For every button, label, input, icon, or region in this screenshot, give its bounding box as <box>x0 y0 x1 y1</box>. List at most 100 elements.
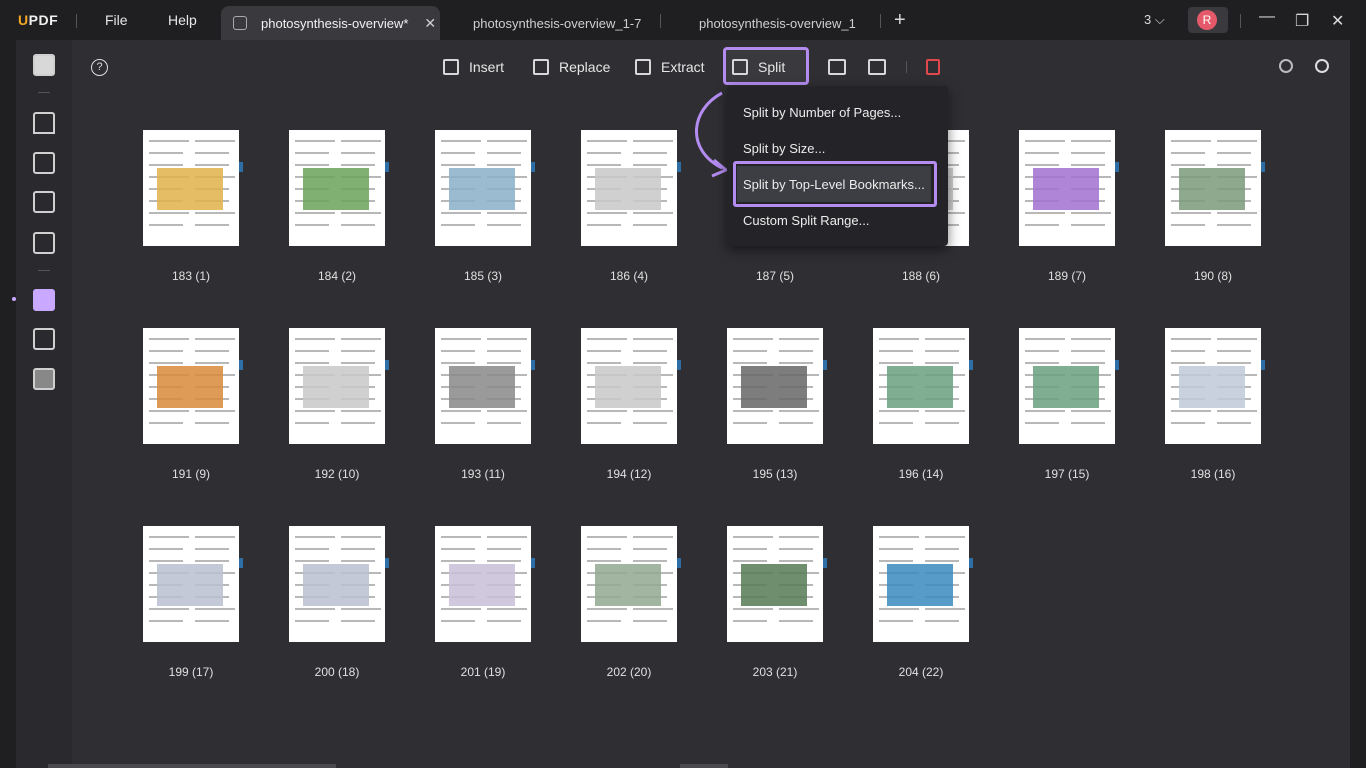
text-line <box>925 560 959 562</box>
tab-photosynthesis-overview-1-7[interactable]: photosynthesis-overview_1-7 <box>473 6 641 40</box>
page-number-label: 193 (11) <box>461 467 505 481</box>
text-line <box>1025 164 1059 166</box>
replace-button[interactable]: Replace <box>533 52 610 82</box>
text-line <box>487 410 527 412</box>
add-tab-button[interactable]: + <box>894 9 906 32</box>
text-line <box>779 560 813 562</box>
text-line <box>1071 350 1105 352</box>
page-thumbnail[interactable] <box>727 328 823 444</box>
text-line <box>195 560 229 562</box>
page-thumbnail[interactable] <box>143 130 239 246</box>
bookmark-marker <box>385 162 389 172</box>
avatar[interactable]: R <box>1188 7 1228 33</box>
text-line <box>195 422 229 424</box>
text-line <box>1071 140 1111 142</box>
page-thumbnail[interactable] <box>581 526 677 642</box>
page-thumbnail[interactable] <box>1019 130 1115 246</box>
page-thumbnail[interactable] <box>1165 130 1261 246</box>
text-line <box>1171 350 1205 352</box>
text-line <box>1217 362 1251 364</box>
text-line <box>1217 350 1251 352</box>
minimize-button[interactable]: — <box>1259 8 1275 26</box>
tab-photosynthesis-overview[interactable]: photosynthesis-overview* ✕ <box>221 6 440 40</box>
help-icon[interactable]: ? <box>91 59 108 76</box>
page-thumbnail[interactable] <box>289 526 385 642</box>
zoom-in-icon[interactable] <box>1315 59 1329 73</box>
text-line <box>441 224 475 226</box>
page-thumbnail[interactable] <box>435 130 531 246</box>
text-line <box>195 536 235 538</box>
organize-pages-icon[interactable] <box>33 289 55 311</box>
maximize-button[interactable]: ❐ <box>1295 11 1309 31</box>
insert-button[interactable]: Insert <box>443 52 504 82</box>
page-thumbnail[interactable] <box>435 328 531 444</box>
text-line <box>149 620 183 622</box>
extract-button[interactable]: Extract <box>635 52 705 82</box>
delete-button[interactable] <box>926 52 950 82</box>
text-line <box>441 410 481 412</box>
text-line <box>879 338 919 340</box>
text-line <box>195 350 229 352</box>
tab-photosynthesis-overview-1[interactable]: photosynthesis-overview_1 <box>699 6 856 40</box>
menu-file[interactable]: File <box>105 12 128 28</box>
rotate-left-button[interactable] <box>828 52 856 82</box>
page-thumbnail[interactable] <box>873 328 969 444</box>
page-thumbnail[interactable] <box>435 526 531 642</box>
comment-icon[interactable] <box>33 112 55 134</box>
text-line <box>587 350 621 352</box>
scrollbar[interactable] <box>1350 40 1366 768</box>
close-icon[interactable]: ✕ <box>424 15 436 32</box>
insert-icon <box>443 59 459 75</box>
text-line <box>733 608 773 610</box>
text-line <box>587 560 621 562</box>
close-window-button[interactable]: ✕ <box>1331 11 1344 31</box>
tab-label: photosynthesis-overview_1-7 <box>473 15 642 31</box>
text-line <box>633 548 667 550</box>
window-count[interactable]: 3 ⌵ <box>1144 12 1165 28</box>
text-line <box>587 164 621 166</box>
text-line <box>441 152 475 154</box>
page-figure <box>449 564 515 606</box>
page-thumbnail[interactable] <box>143 328 239 444</box>
text-line <box>879 608 919 610</box>
page-thumbnail[interactable] <box>1165 328 1261 444</box>
page-thumbnail[interactable] <box>143 526 239 642</box>
menu-help[interactable]: Help <box>168 12 197 28</box>
page-thumbnail[interactable] <box>581 130 677 246</box>
text-line <box>341 560 375 562</box>
split-by-size[interactable]: Split by Size... <box>743 141 825 156</box>
text-line <box>779 410 819 412</box>
page-thumbnail[interactable] <box>1019 328 1115 444</box>
page-thumbnail[interactable] <box>289 130 385 246</box>
fill-sign-icon[interactable] <box>33 232 55 254</box>
page-number-label: 203 (21) <box>752 665 798 679</box>
text-line <box>633 224 667 226</box>
page-thumbnail[interactable] <box>873 526 969 642</box>
page-thumbnail[interactable] <box>289 328 385 444</box>
horizontal-scrollbar-thumb[interactable] <box>680 764 728 768</box>
page-thumbnail[interactable] <box>727 526 823 642</box>
text-line <box>879 620 913 622</box>
page-number-label: 194 (12) <box>606 467 652 481</box>
text-line <box>1171 362 1205 364</box>
text-line <box>925 422 959 424</box>
text-line <box>441 362 475 364</box>
split-button[interactable]: Split <box>732 52 785 82</box>
page-tools-icon[interactable] <box>33 368 55 390</box>
form-icon[interactable] <box>33 191 55 213</box>
rotate-right-button[interactable] <box>868 52 896 82</box>
text-line <box>1071 362 1105 364</box>
zoom-out-icon[interactable] <box>1279 59 1293 73</box>
split-by-number-of-pages[interactable]: Split by Number of Pages... <box>743 105 901 120</box>
horizontal-scrollbar[interactable] <box>48 764 336 768</box>
split-by-top-level-bookmarks[interactable]: Split by Top-Level Bookmarks... <box>743 177 925 192</box>
reader-icon[interactable] <box>33 54 55 76</box>
crop-icon[interactable] <box>33 328 55 350</box>
page-thumbnail[interactable] <box>581 328 677 444</box>
tab-label: photosynthesis-overview_1 <box>699 15 856 31</box>
edit-pdf-icon[interactable] <box>33 152 55 174</box>
custom-split-range[interactable]: Custom Split Range... <box>743 213 869 228</box>
text-line <box>1025 152 1059 154</box>
text-line <box>195 140 235 142</box>
page-figure <box>303 366 369 408</box>
